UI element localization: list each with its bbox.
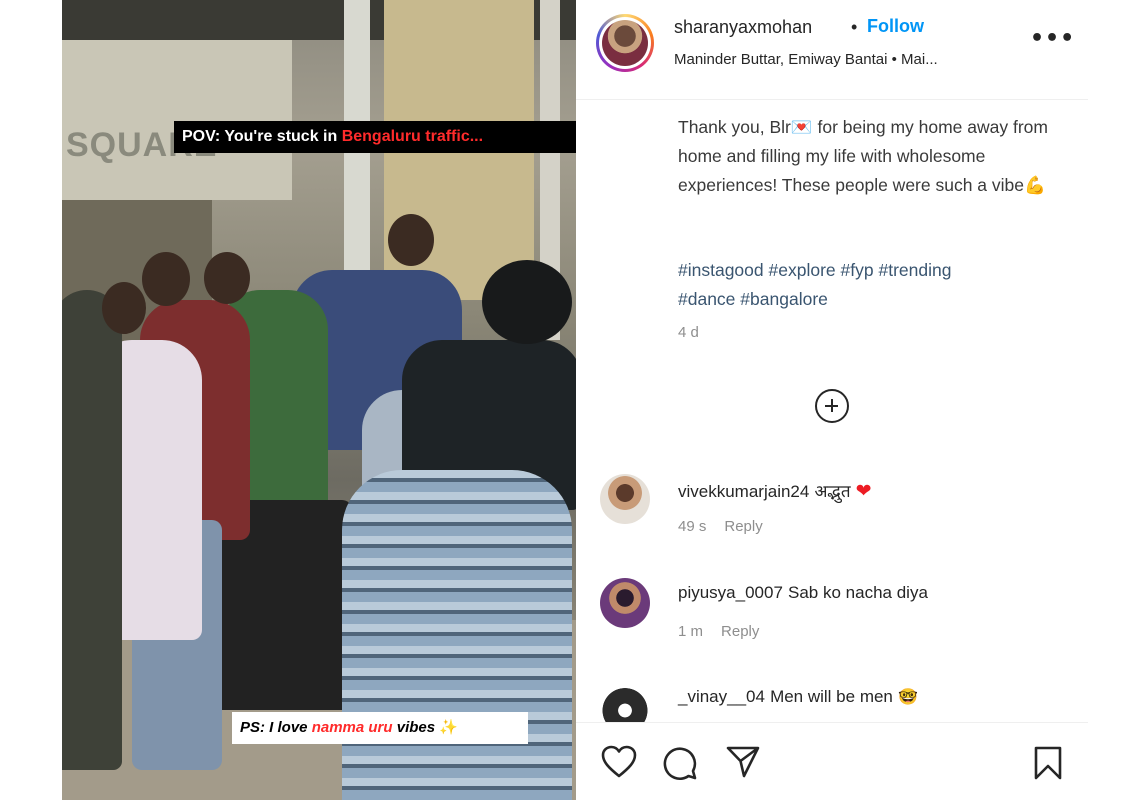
- post-age: 4 d: [678, 324, 699, 341]
- comment-username[interactable]: _vinay__04: [678, 687, 765, 706]
- hashtag-link[interactable]: #instagood: [678, 260, 764, 280]
- hashtag-link[interactable]: #fyp: [841, 260, 874, 280]
- post-media[interactable]: SQUARE POV: You're stuck in Bengaluru tr…: [62, 0, 576, 800]
- caption-highlight: Bengaluru traffic...: [341, 128, 484, 145]
- comment-time: 1 m: [678, 623, 704, 640]
- head: [142, 252, 190, 306]
- comment-icon[interactable]: [662, 745, 698, 781]
- head: [482, 260, 572, 344]
- comment-text: Sab ko nacha diya: [788, 583, 928, 602]
- comment-text: अद्भुत: [814, 482, 851, 501]
- love-letter-icon: 💌: [790, 117, 813, 137]
- comment-text: Men will be men: [770, 687, 893, 706]
- hashtag-link[interactable]: #dance: [678, 289, 735, 309]
- video-caption-bottom: PS: I love namma uru vibes ✨: [232, 712, 528, 744]
- red-heart-icon: ❤: [855, 480, 872, 502]
- caption-text: POV: You're stuck in: [182, 128, 342, 145]
- dancer: [62, 290, 122, 770]
- head: [204, 252, 250, 304]
- hashtag-link[interactable]: #explore: [769, 260, 836, 280]
- comment-meta: 49 s Reply: [678, 518, 763, 535]
- caption-text: Thank you, Blr: [678, 117, 791, 137]
- username-link[interactable]: sharanyaxmohan: [674, 17, 812, 38]
- avatar[interactable]: [596, 14, 654, 72]
- dancer-skirt: [342, 470, 572, 800]
- comment-username[interactable]: piyusya_0007: [678, 583, 783, 602]
- post-side-panel: sharanyaxmohan • Follow Maninder Buttar,…: [576, 0, 1088, 800]
- separator-dot: •: [851, 17, 858, 37]
- follow-button[interactable]: Follow: [867, 16, 924, 37]
- caption-text: vibes: [392, 719, 436, 736]
- heart-icon[interactable]: [601, 745, 637, 779]
- sparkle-icon: ✨: [439, 719, 458, 736]
- hashtag-link[interactable]: #bangalore: [740, 289, 828, 309]
- comment-avatar[interactable]: [600, 474, 650, 524]
- comment-body: piyusya_0007 Sab ko nacha diya: [678, 583, 928, 603]
- head: [388, 214, 434, 266]
- post-caption: Thank you, Blr💌 for being my home away f…: [678, 113, 1058, 200]
- audio-attribution[interactable]: Maninder Buttar, Emiway Bantai • Mai...: [674, 51, 1004, 68]
- storefront-sign: SQUARE: [62, 40, 292, 200]
- hashtag-link[interactable]: #trending: [878, 260, 951, 280]
- reply-button[interactable]: Reply: [721, 623, 759, 640]
- hashtags: #instagood #explore #fyp #trending #danc…: [678, 256, 1058, 314]
- caption-highlight: namma uru: [311, 719, 393, 736]
- comment-meta: 1 m Reply: [678, 623, 759, 640]
- head: [102, 282, 146, 334]
- comment-username[interactable]: vivekkumarjain24: [678, 482, 809, 501]
- post-header: sharanyaxmohan • Follow Maninder Buttar,…: [576, 0, 1088, 100]
- more-options-icon[interactable]: •••: [1030, 26, 1075, 51]
- reply-button[interactable]: Reply: [724, 518, 762, 535]
- profile-photo: [602, 20, 648, 66]
- comment-body: _vinay__04 Men will be men 🤓: [678, 687, 918, 707]
- comment-body: vivekkumarjain24 अद्भुत ❤: [678, 479, 872, 502]
- action-bar: [576, 722, 1088, 800]
- load-more-comments-icon[interactable]: [815, 389, 849, 423]
- comment-avatar[interactable]: [600, 578, 650, 628]
- flexed-biceps-icon: 💪: [1024, 175, 1046, 195]
- share-icon[interactable]: [725, 745, 761, 779]
- bookmark-icon[interactable]: [1033, 745, 1063, 781]
- video-caption-top: POV: You're stuck in Bengaluru traffic..…: [174, 121, 576, 153]
- comment-time: 49 s: [678, 518, 707, 535]
- nerd-face-icon: 🤓: [897, 687, 918, 706]
- caption-text: PS: I love: [240, 719, 312, 736]
